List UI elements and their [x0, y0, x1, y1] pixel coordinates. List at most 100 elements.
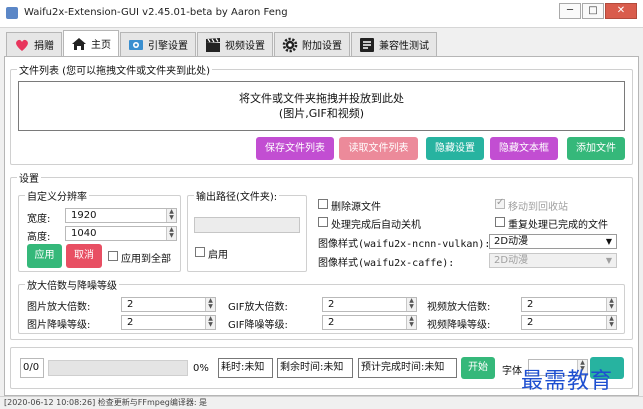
scale-noise-title: 放大倍数与降噪等级 [25, 277, 119, 292]
file-drop-zone[interactable]: 将文件或文件夹拖拽并投放到此处 (图片,GIF和视频) [18, 81, 625, 131]
video-scale-input[interactable]: 2 ▲ ▼ [521, 297, 617, 312]
image-scale-label: 图片放大倍数: [27, 302, 91, 313]
tab-label: 视频设置 [225, 41, 265, 52]
save-file-list-button[interactable]: 保存文件列表 [256, 137, 334, 160]
shutdown-after-checkbox[interactable] [318, 217, 328, 227]
image-noise-input[interactable]: 2 ▲ ▼ [121, 315, 216, 330]
tab-additional-settings[interactable]: 附加设置 [274, 32, 350, 56]
gear-icon [282, 37, 298, 52]
watermark-text: 最需教育 [521, 369, 614, 394]
tab-label: 主页 [91, 40, 111, 51]
add-file-button[interactable]: 添加文件 [567, 137, 625, 160]
video-noise-spinner[interactable]: ▲ ▼ [606, 316, 616, 329]
style-caffe-label: 图像样式(waifu2x-caffe): [318, 258, 455, 269]
image-scale-spinner[interactable]: ▲ ▼ [205, 298, 215, 311]
drop-hint-line2: (图片,GIF和视频) [278, 107, 365, 120]
image-noise-label: 图片降噪等级: [27, 320, 91, 331]
gif-noise-spinner[interactable]: ▲ ▼ [406, 316, 416, 329]
maximize-button[interactable]: □ [582, 3, 604, 19]
status-bar: [2020-06-12 10:08:26] 检查更新与FFmpeg编译器: 是 [0, 396, 643, 409]
engine-icon [129, 39, 143, 50]
window-controls: ─ □ ✕ [558, 3, 637, 19]
reprocess-finished-label: 重复处理已完成的文件 [508, 220, 608, 231]
width-value: 1920 [71, 210, 97, 221]
video-noise-input[interactable]: 2 ▲ ▼ [521, 315, 617, 330]
eta-box: 预计完成时间:未知 [358, 358, 457, 378]
file-count: 0/0 [23, 362, 40, 373]
reprocess-finished-checkbox[interactable] [495, 217, 505, 227]
image-noise-value: 2 [127, 317, 134, 328]
elapsed-box: 耗时:未知 [218, 358, 273, 378]
width-label: 宽度: [27, 214, 51, 225]
height-value: 1040 [71, 228, 97, 239]
style-caffe-value: 2D动漫 [494, 255, 529, 266]
height-spinner[interactable]: ▲ ▼ [166, 227, 176, 240]
gif-scale-value: 2 [328, 299, 335, 310]
file-list-title: 文件列表 (您可以拖拽文件或文件夹到此处) [17, 62, 212, 77]
apply-to-all-label: 应用到全部 [121, 254, 171, 265]
output-path-input[interactable] [194, 217, 300, 233]
tab-home[interactable]: 主页 [63, 30, 119, 56]
video-scale-label: 视频放大倍数: [427, 302, 491, 313]
cancel-resolution-button[interactable]: 取消 [66, 244, 102, 268]
output-path-enable-checkbox[interactable] [195, 247, 205, 257]
gif-noise-input[interactable]: 2 ▲ ▼ [322, 315, 417, 330]
tab-label: 附加设置 [302, 41, 342, 52]
tab-bar: 捐赠 主页 引擎设置 视频设置 附加设置 兼容性测试 [6, 30, 438, 56]
hide-textbox-button[interactable]: 隐藏文本框 [490, 137, 558, 160]
window-title: Waifu2x-Extension-GUI v2.45.01-beta by A… [24, 7, 288, 18]
tab-compatibility-test[interactable]: 兼容性测试 [351, 32, 437, 56]
video-noise-value: 2 [527, 317, 534, 328]
heart-icon [16, 39, 28, 51]
chevron-down-icon: ▼ [605, 237, 612, 246]
delete-source-label: 删除源文件 [331, 202, 381, 213]
video-scale-spinner[interactable]: ▲ ▼ [606, 298, 616, 311]
image-scale-input[interactable]: 2 ▲ ▼ [121, 297, 216, 312]
move-to-recycle-checkbox[interactable] [495, 197, 505, 209]
hide-settings-button[interactable]: 隐藏设置 [426, 137, 484, 160]
style-ncnn-label: 图像样式(waifu2x-ncnn-vulkan): [318, 239, 491, 250]
tab-engine-settings[interactable]: 引擎设置 [120, 32, 196, 56]
gif-scale-label: GIF放大倍数: [228, 302, 288, 313]
apply-to-all-checkbox[interactable] [108, 251, 118, 261]
gif-noise-value: 2 [328, 317, 335, 328]
height-label: 高度: [27, 232, 51, 243]
tab-donate[interactable]: 捐赠 [6, 32, 62, 56]
shutdown-after-label: 处理完成后自动关机 [331, 220, 421, 231]
style-ncnn-select[interactable]: 2D动漫 ▼ [489, 234, 617, 249]
delete-source-checkbox[interactable] [318, 199, 328, 209]
gif-scale-spinner[interactable]: ▲ ▼ [406, 298, 416, 311]
font-label: 字体 [502, 366, 522, 377]
width-input[interactable]: 1920 ▲ ▼ [65, 208, 177, 223]
chevron-down-icon: ▼ [605, 256, 612, 265]
gif-noise-label: GIF降噪等级: [228, 320, 288, 331]
test-icon [360, 37, 374, 52]
file-count-box: 0/0 [20, 358, 44, 378]
style-ncnn-value: 2D动漫 [494, 236, 529, 247]
image-scale-value: 2 [127, 299, 134, 310]
gif-scale-input[interactable]: 2 ▲ ▼ [322, 297, 417, 312]
height-input[interactable]: 1040 ▲ ▼ [65, 226, 177, 241]
minimize-button[interactable]: ─ [559, 3, 581, 19]
apply-resolution-button[interactable]: 应用 [27, 244, 62, 268]
start-button[interactable]: 开始 [461, 357, 495, 379]
output-path-title: 输出路径(文件夹): [194, 188, 280, 203]
title-bar: Waifu2x-Extension-GUI v2.45.01-beta by A… [0, 0, 643, 28]
film-icon [206, 37, 220, 52]
video-scale-value: 2 [527, 299, 534, 310]
style-caffe-select[interactable]: 2D动漫 ▼ [489, 253, 617, 268]
drop-hint-line1: 将文件或文件夹拖拽并投放到此处 [239, 92, 404, 105]
eta-time: 预计完成时间:未知 [361, 362, 445, 373]
elapsed-time: 耗时:未知 [221, 362, 265, 373]
remaining-box: 剩余时间:未知 [277, 358, 353, 378]
app-icon [6, 7, 18, 19]
close-button[interactable]: ✕ [605, 3, 637, 19]
home-icon [72, 37, 86, 50]
tab-label: 兼容性测试 [379, 41, 429, 52]
settings-title: 设置 [17, 170, 41, 185]
image-noise-spinner[interactable]: ▲ ▼ [205, 316, 215, 329]
progress-bar [48, 360, 188, 376]
tab-video-settings[interactable]: 视频设置 [197, 32, 273, 56]
load-file-list-button[interactable]: 读取文件列表 [339, 137, 418, 160]
width-spinner[interactable]: ▲ ▼ [166, 209, 176, 222]
